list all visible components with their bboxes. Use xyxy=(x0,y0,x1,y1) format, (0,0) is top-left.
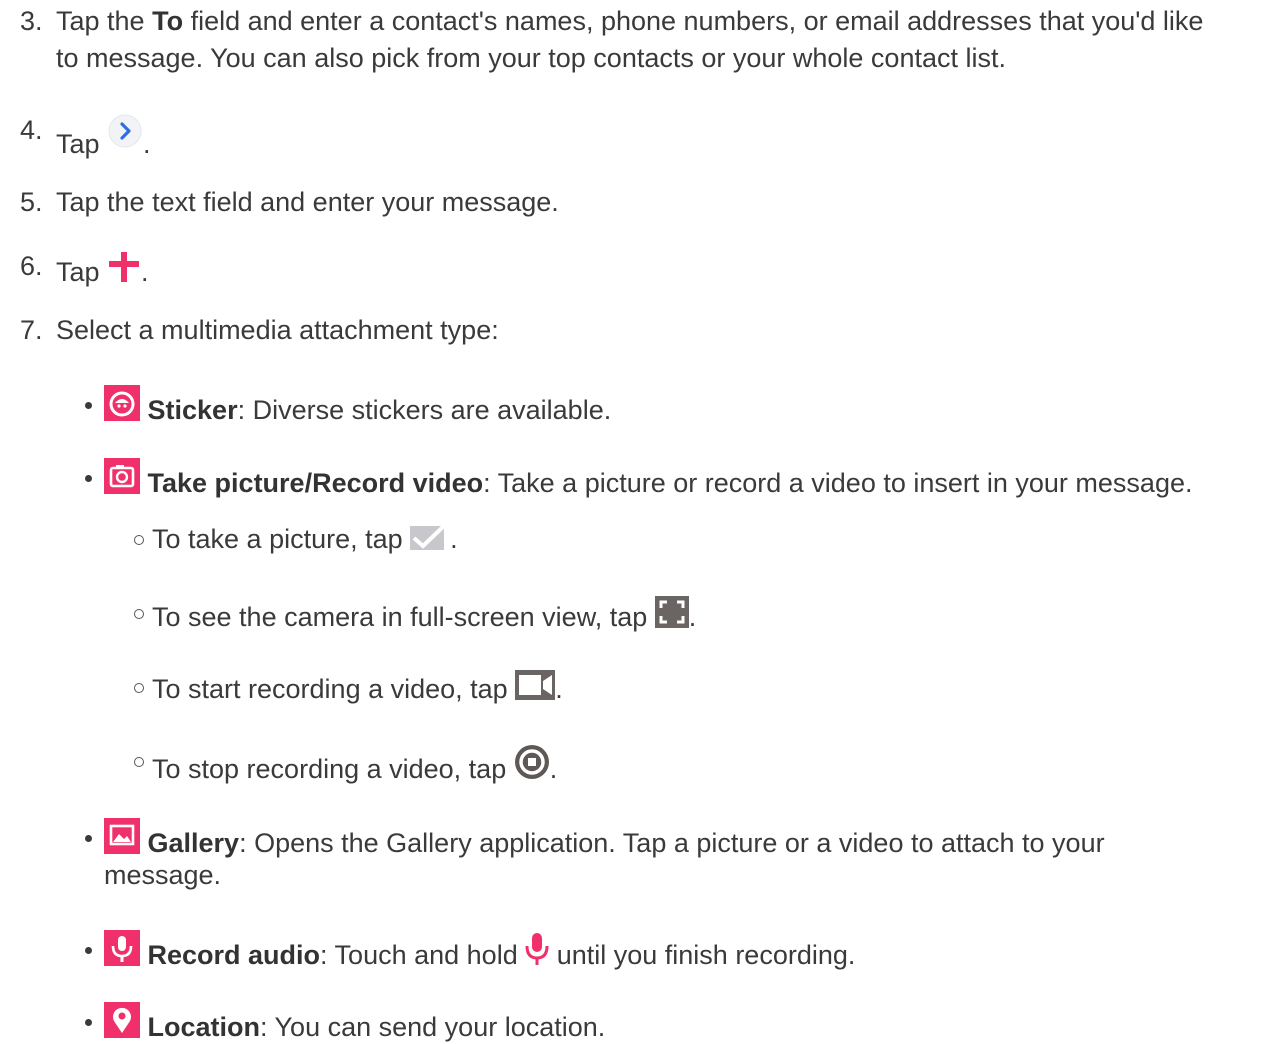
step-number: 6. xyxy=(20,251,43,281)
sub-bullet xyxy=(134,683,144,693)
step-number: 7. xyxy=(20,315,43,345)
attachment-label: Take picture/Record video xyxy=(147,468,484,498)
step-text: field and enter a contact's names, phone… xyxy=(183,6,1204,36)
sticker-icon xyxy=(104,385,140,421)
bullet xyxy=(85,1019,92,1026)
camera-icon xyxy=(104,458,140,494)
sub-item-text: To start recording a video, tap xyxy=(152,674,516,704)
bullet xyxy=(85,475,92,482)
microphone-icon xyxy=(525,932,549,974)
step-number: 4. xyxy=(20,115,43,145)
sub-item-text: To see the camera in full-screen view, t… xyxy=(152,602,655,632)
attachment-description: : You can send your location. xyxy=(260,1012,606,1042)
attachment-description: until you finish recording. xyxy=(549,940,856,970)
fullscreen-icon xyxy=(654,596,689,636)
checkmark-icon xyxy=(410,522,450,560)
plus-icon xyxy=(107,249,141,291)
chevron-right-icon xyxy=(107,113,143,157)
step-text: Tap xyxy=(56,257,108,287)
step-text: Tap xyxy=(56,129,108,159)
attachment-description: : Touch and hold xyxy=(320,940,526,970)
attachment-label: Record audio xyxy=(147,940,321,970)
bullet xyxy=(85,402,92,409)
step-number: 5. xyxy=(20,187,43,217)
video-camera-icon xyxy=(515,670,556,708)
stop-record-icon xyxy=(514,744,550,788)
attachment-description: message. xyxy=(104,860,222,890)
attachment-description: : Opens the Gallery application. Tap a p… xyxy=(239,828,1105,858)
attachment-description: : Take a picture or record a video to in… xyxy=(483,468,1193,498)
step-text: Tap the text field and enter your messag… xyxy=(56,187,559,217)
attachment-label: Location xyxy=(147,1012,261,1042)
attachment-label: Sticker xyxy=(147,395,238,425)
to-field-label: To xyxy=(152,6,184,36)
sub-item-text: To stop recording a video, tap xyxy=(152,754,514,784)
sub-bullet xyxy=(134,535,144,545)
step-text: to message. You can also pick from your … xyxy=(56,43,1006,73)
attachment-description: : Diverse stickers are available. xyxy=(237,395,612,425)
location-icon xyxy=(104,1002,140,1038)
step-number: 3. xyxy=(20,6,43,36)
bullet xyxy=(85,947,92,954)
microphone-icon xyxy=(104,930,140,966)
bullet xyxy=(85,835,92,842)
sub-bullet xyxy=(134,757,144,767)
gallery-icon xyxy=(104,818,140,854)
step-text: Select a multimedia attachment type: xyxy=(56,315,499,345)
attachment-label: Gallery xyxy=(147,828,240,858)
sub-bullet xyxy=(134,609,144,619)
sub-item-text: To take a picture, tap xyxy=(152,524,411,554)
step-text: Tap the xyxy=(56,6,153,36)
